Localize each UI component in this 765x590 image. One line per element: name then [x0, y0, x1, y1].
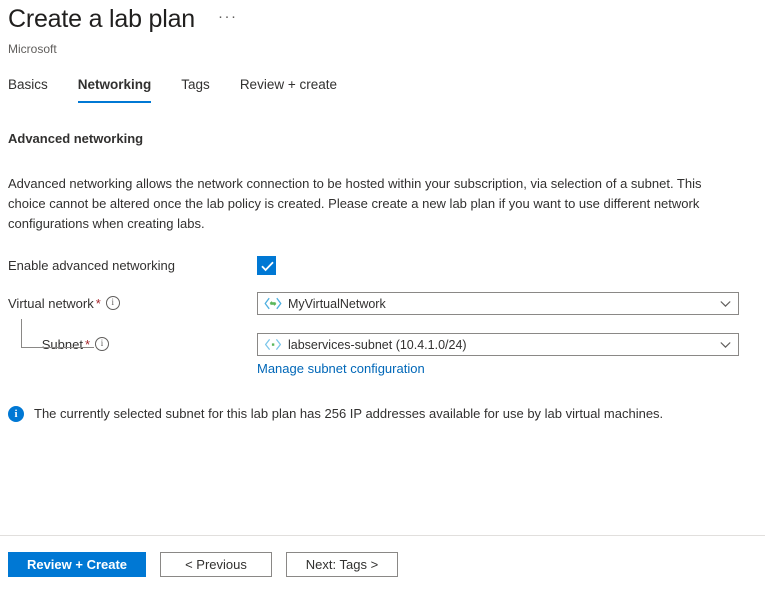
info-icon[interactable]: [106, 296, 120, 310]
tab-networking[interactable]: Networking: [78, 76, 152, 103]
info-circle-icon: [8, 406, 24, 422]
main-content: Advanced networking Advanced networking …: [8, 130, 757, 423]
subnet-icon: [264, 338, 282, 352]
wizard-footer: Review + Create < Previous Next: Tags >: [8, 552, 398, 577]
section-heading: Advanced networking: [8, 130, 757, 148]
subnet-label: Subnet*: [8, 336, 257, 354]
title-row: Create a lab plan ···: [8, 4, 765, 34]
page-title: Create a lab plan: [8, 4, 195, 34]
more-menu-icon[interactable]: ···: [215, 7, 241, 31]
required-marker: *: [85, 337, 90, 352]
enable-advanced-networking-checkbox[interactable]: [257, 256, 276, 275]
subnet-dropdown[interactable]: labservices-subnet (10.4.1.0/24): [257, 333, 739, 356]
info-message-text: The currently selected subnet for this l…: [34, 405, 663, 423]
subnet-value: labservices-subnet (10.4.1.0/24): [288, 337, 467, 353]
virtual-network-icon: [264, 297, 282, 311]
subnet-row: Subnet* labservices-subnet (10.4.1.0/24): [8, 333, 757, 356]
next-tags-button[interactable]: Next: Tags >: [286, 552, 398, 577]
footer-divider: [0, 535, 765, 536]
virtual-network-label: Virtual network*: [8, 295, 257, 313]
tab-review-create[interactable]: Review + create: [240, 76, 337, 103]
tab-tags[interactable]: Tags: [181, 76, 210, 103]
manage-subnet-configuration-link[interactable]: Manage subnet configuration: [257, 361, 425, 376]
info-message: The currently selected subnet for this l…: [8, 405, 757, 423]
wizard-tabs: Basics Networking Tags Review + create: [8, 76, 367, 103]
info-icon[interactable]: [95, 337, 109, 351]
virtual-network-dropdown[interactable]: MyVirtualNetwork: [257, 292, 739, 315]
previous-button[interactable]: < Previous: [160, 552, 272, 577]
enable-advanced-networking-row: Enable advanced networking: [8, 256, 757, 275]
check-icon: [261, 261, 274, 272]
review-create-button[interactable]: Review + Create: [8, 552, 146, 577]
required-marker: *: [96, 296, 101, 311]
page-subtitle: Microsoft: [8, 41, 765, 57]
tab-basics[interactable]: Basics: [8, 76, 48, 103]
section-description: Advanced networking allows the network c…: [8, 174, 708, 234]
enable-advanced-networking-label: Enable advanced networking: [8, 257, 257, 275]
page-header: Create a lab plan ··· Microsoft: [8, 4, 765, 57]
virtual-network-row: Virtual network* MyVirtualNetwork: [8, 292, 757, 315]
manage-subnet-link-row: Manage subnet configuration: [257, 360, 757, 378]
virtual-network-label-text: Virtual network: [8, 296, 94, 311]
virtual-network-value: MyVirtualNetwork: [288, 296, 386, 312]
subnet-label-text: Subnet: [42, 337, 83, 352]
chevron-down-icon: [720, 300, 731, 307]
chevron-down-icon: [720, 341, 731, 348]
